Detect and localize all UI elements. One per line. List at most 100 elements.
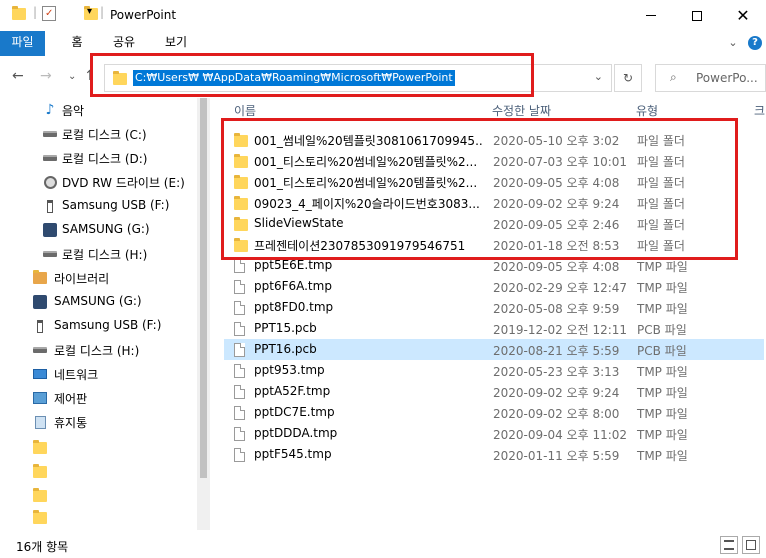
file-row[interactable]: pptF545.tmp 2020-01-11 오후 5:59 TMP 파일	[224, 444, 764, 465]
file-date: 2020-09-05 오후 4:08	[493, 260, 620, 274]
sidebar-item-drive-h2[interactable]: 로컬 디스크 (H:)	[0, 338, 200, 362]
samsung-icon	[42, 223, 58, 237]
sidebar-item-recycle-bin[interactable]: 휴지통	[0, 410, 200, 434]
minimize-button[interactable]	[628, 0, 674, 31]
refresh-button[interactable]: ↻	[614, 64, 642, 92]
sidebar-item-label: 로컬 디스크 (H:)	[54, 344, 140, 358]
back-icon[interactable]: ←	[12, 68, 24, 84]
explorer-window: | ✓ ▾ | PowerPoint ✕ 파일 홈 공유 보기 ⌄ ? ← → …	[0, 0, 766, 558]
properties-icon[interactable]: ✓	[42, 6, 56, 21]
address-dropdown-icon[interactable]: ⌄	[594, 70, 603, 83]
sidebar-item-control-panel[interactable]: 제어판	[0, 386, 200, 410]
sidebar-item-folder[interactable]	[0, 460, 200, 484]
maximize-icon	[692, 10, 702, 21]
drive-icon	[42, 127, 58, 141]
sidebar-scrollbar[interactable]	[197, 98, 210, 530]
file-icon	[234, 280, 245, 294]
expand-ribbon-icon[interactable]: ⌄	[725, 31, 741, 56]
details-view-icon	[724, 540, 734, 550]
help-icon[interactable]: ?	[748, 36, 762, 50]
folder-icon	[32, 488, 48, 503]
file-type: TMP 파일	[637, 281, 688, 295]
file-type: TMP 파일	[637, 302, 688, 316]
file-row[interactable]: PPT16.pcb 2020-08-21 오후 5:59 PCB 파일	[224, 339, 764, 360]
sidebar-item-drive-c[interactable]: 로컬 디스크 (C:)	[0, 122, 200, 146]
sidebar-item-label: DVD RW 드라이브 (E:)	[62, 176, 185, 190]
file-icon	[234, 322, 245, 336]
file-type: TMP 파일	[637, 428, 688, 442]
tab-home[interactable]: 홈	[62, 31, 92, 56]
sidebar-item-folder[interactable]	[0, 484, 200, 508]
large-icons-view-button[interactable]	[742, 536, 760, 554]
file-row[interactable]: pptA52F.tmp 2020-09-02 오후 9:24 TMP 파일	[224, 381, 764, 402]
column-header-type[interactable]: 유형	[636, 102, 658, 119]
tab-file[interactable]: 파일	[0, 31, 45, 56]
network-icon	[32, 367, 48, 381]
library-icon	[32, 270, 48, 285]
sidebar-item-samsung-g2[interactable]: SAMSUNG (G:)	[0, 290, 200, 314]
file-row[interactable]: PPT15.pcb 2019-12-02 오전 12:11 PCB 파일	[224, 318, 764, 339]
file-row[interactable]: pptDC7E.tmp 2020-09-02 오후 8:00 TMP 파일	[224, 402, 764, 423]
column-header-name[interactable]: 이름	[234, 102, 256, 119]
sidebar-item-drive-d[interactable]: 로컬 디스크 (D:)	[0, 146, 200, 170]
sidebar-item-samsung-g[interactable]: SAMSUNG (G:)	[0, 218, 200, 242]
sidebar-item-label: 로컬 디스크 (D:)	[62, 152, 148, 166]
file-icon	[234, 259, 245, 273]
sidebar-item-drive-h[interactable]: 로컬 디스크 (H:)	[0, 242, 200, 266]
sidebar-item-label: 로컬 디스크 (H:)	[62, 248, 148, 262]
sidebar-item-folder[interactable]	[0, 436, 200, 460]
separator: |	[100, 5, 105, 19]
file-type: TMP 파일	[637, 260, 688, 274]
maximize-button[interactable]	[674, 0, 720, 31]
file-icon	[234, 364, 245, 378]
sidebar-item-label: SAMSUNG (G:)	[54, 294, 142, 308]
music-icon: ♪	[45, 102, 55, 118]
dvd-icon	[42, 175, 58, 189]
sidebar-item-music[interactable]: ♪ 음악	[0, 98, 200, 122]
folders-highlight-box	[221, 118, 738, 260]
search-box[interactable]: ⌕ PowerPo...	[655, 64, 766, 92]
usb-icon	[42, 199, 58, 213]
file-date: 2020-09-02 오후 8:00	[493, 407, 620, 421]
folder-icon	[12, 6, 26, 20]
file-type: TMP 파일	[637, 407, 688, 421]
column-header-date[interactable]: 수정한 날짜	[492, 102, 551, 119]
file-icon	[234, 385, 245, 399]
file-date: 2020-05-23 오후 3:13	[493, 365, 620, 379]
address-highlight-box	[90, 53, 534, 97]
window-title: PowerPoint	[110, 8, 177, 22]
file-type: TMP 파일	[637, 449, 688, 463]
recycle-bin-icon	[32, 415, 48, 429]
sidebar-item-folder[interactable]	[0, 506, 200, 530]
control-panel-icon	[32, 391, 48, 405]
file-type: PCB 파일	[637, 344, 687, 358]
file-icon	[234, 427, 245, 441]
sidebar-item-dvd-e[interactable]: DVD RW 드라이브 (E:)	[0, 170, 200, 194]
sidebar-item-network[interactable]: 네트워크	[0, 362, 200, 386]
close-button[interactable]: ✕	[720, 0, 766, 31]
recent-locations-icon[interactable]: ⌄	[68, 71, 76, 82]
forward-icon[interactable]: →	[40, 68, 52, 84]
sidebar-item-libraries[interactable]: 라이브러리	[0, 266, 200, 290]
file-row[interactable]: pptDDDA.tmp 2020-09-04 오후 11:02 TMP 파일	[224, 423, 764, 444]
details-view-button[interactable]	[720, 536, 738, 554]
qat-dropdown-icon[interactable]: ▾	[87, 6, 92, 17]
file-date: 2020-09-04 오후 11:02	[493, 428, 628, 442]
file-name: ppt6F6A.tmp	[254, 279, 332, 293]
file-row[interactable]: ppt953.tmp 2020-05-23 오후 3:13 TMP 파일	[224, 360, 764, 381]
sidebar-item-label: 휴지통	[54, 416, 88, 430]
file-name: ppt5E6E.tmp	[254, 258, 333, 272]
sidebar-item-usb-f[interactable]: Samsung USB (F:)	[0, 194, 200, 218]
sidebar-item-label: 로컬 디스크 (C:)	[62, 128, 147, 142]
sidebar-item-usb-f2[interactable]: Samsung USB (F:)	[0, 314, 200, 338]
drive-icon	[42, 151, 58, 165]
scrollbar-thumb[interactable]	[200, 98, 207, 478]
search-placeholder: PowerPo...	[696, 71, 758, 85]
file-row[interactable]: ppt8FD0.tmp 2020-05-08 오후 9:59 TMP 파일	[224, 297, 764, 318]
navigation-pane: ♪ 음악 로컬 디스크 (C:) 로컬 디스크 (D:) DVD RW 드라이브…	[0, 98, 210, 530]
sidebar-item-label: Samsung USB (F:)	[62, 198, 170, 212]
folder-icon	[32, 440, 48, 455]
column-header-size[interactable]: 크	[754, 102, 765, 119]
file-type: TMP 파일	[637, 386, 688, 400]
file-row[interactable]: ppt6F6A.tmp 2020-02-29 오후 12:47 TMP 파일	[224, 276, 764, 297]
